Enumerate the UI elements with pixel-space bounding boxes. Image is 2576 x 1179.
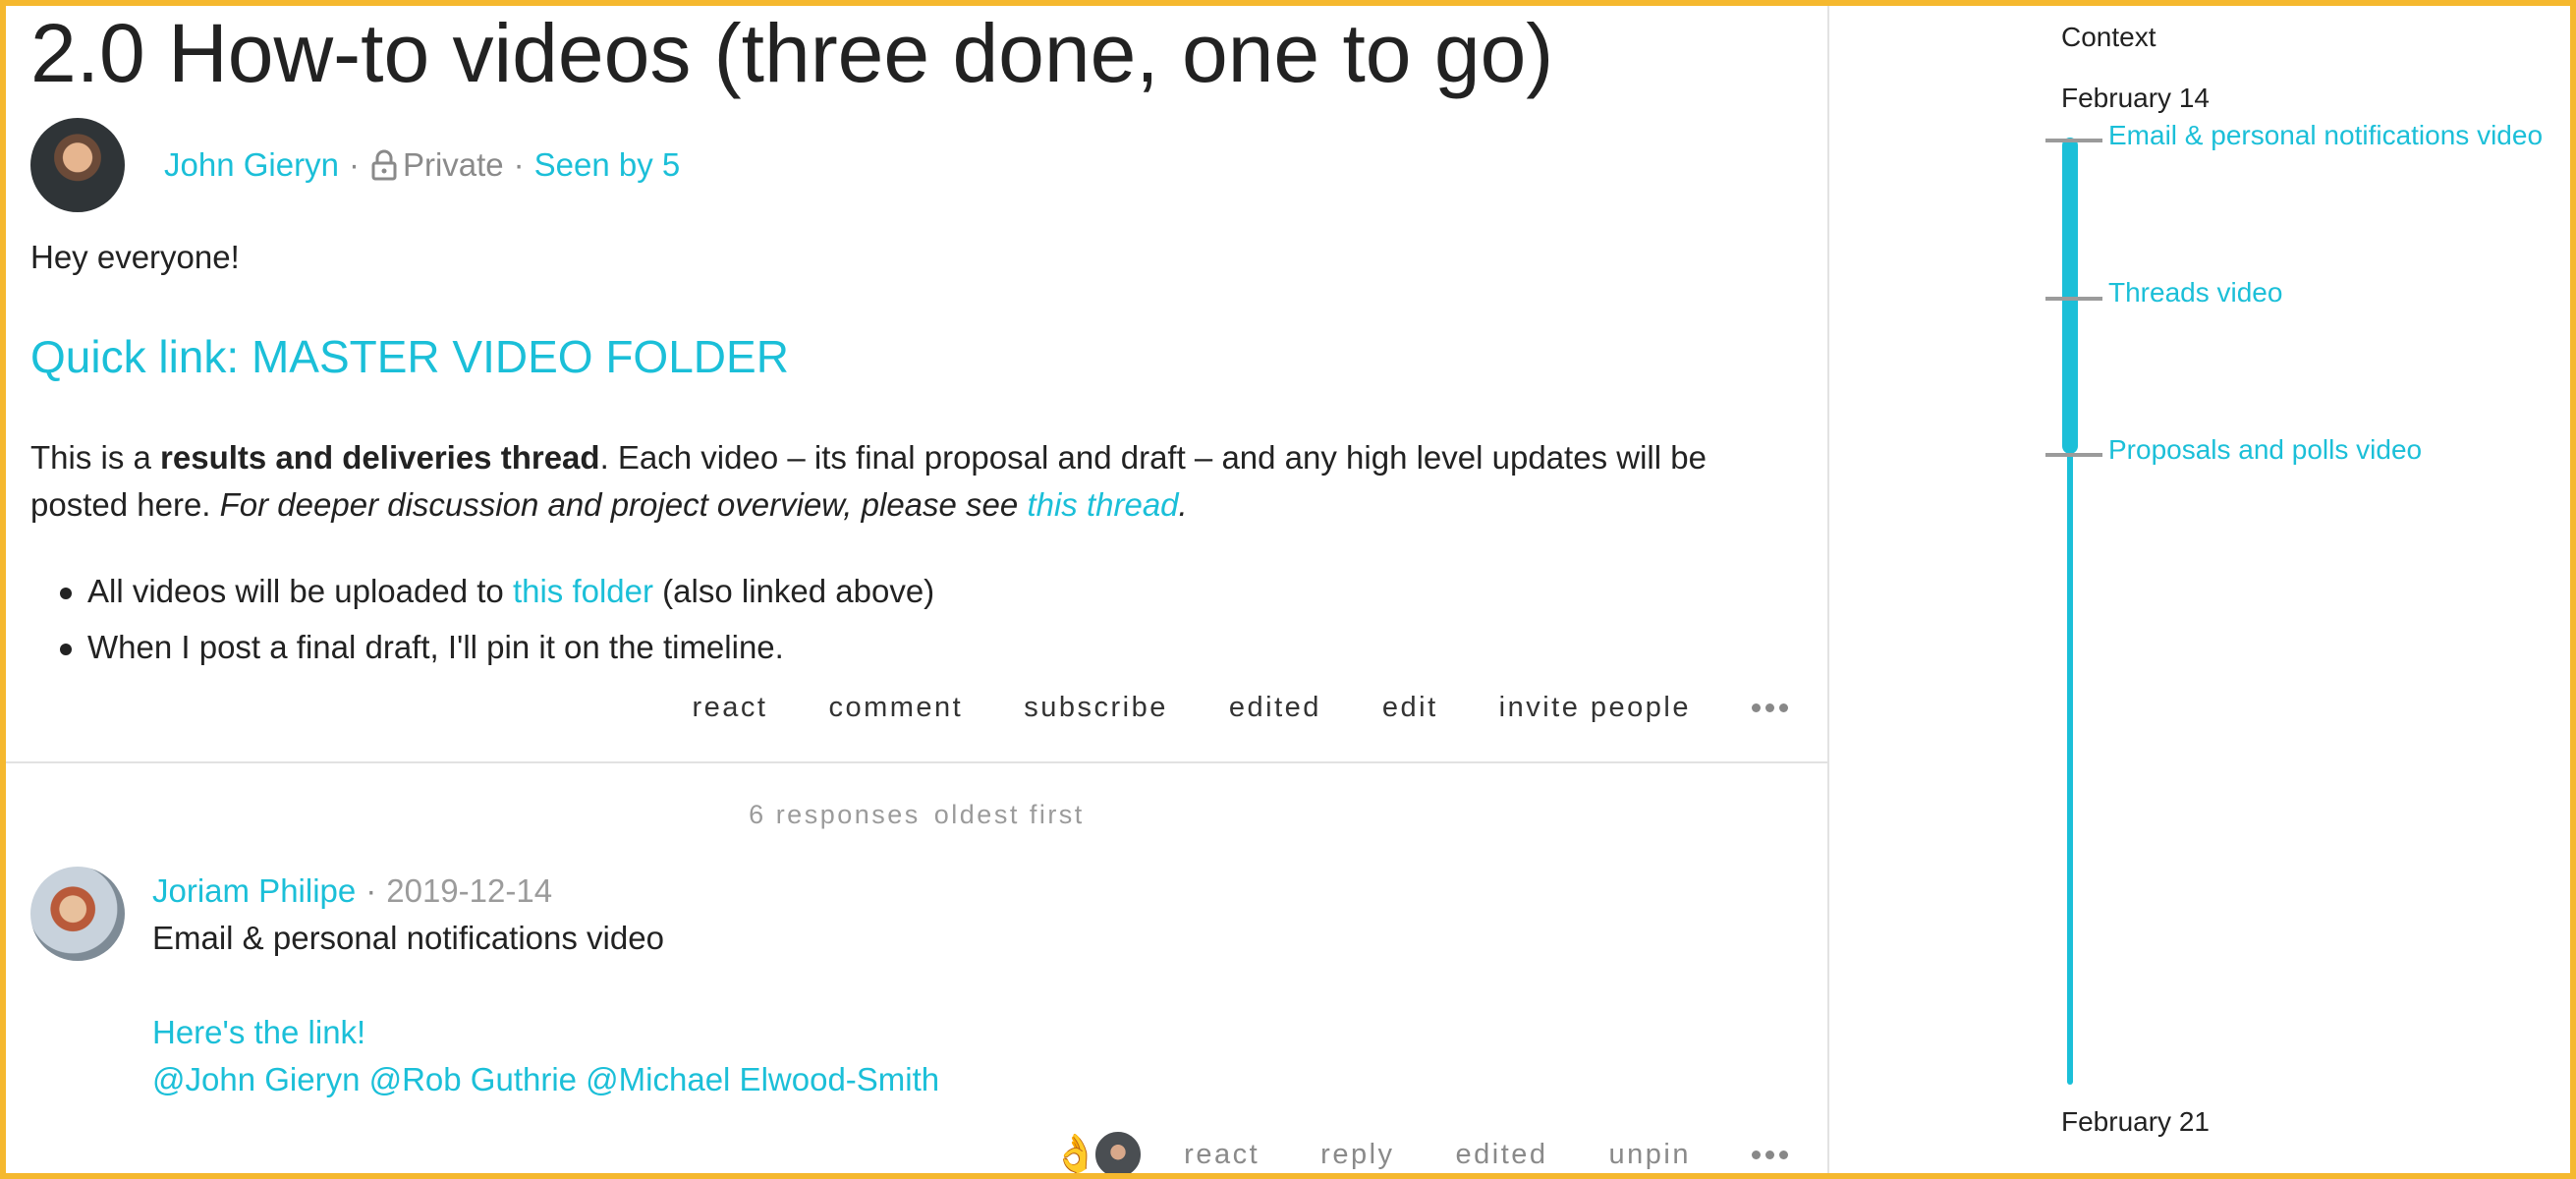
responses-count: 6 responses: [749, 800, 921, 829]
timeline-end-date: February 21: [2061, 1106, 2210, 1137]
more-icon[interactable]: [1752, 703, 1788, 712]
edited-button[interactable]: edited: [1229, 692, 1321, 724]
greeting-text: Hey everyone!: [30, 239, 240, 275]
reaction-summary[interactable]: 👌: [1052, 1130, 1144, 1173]
react-button[interactable]: react: [693, 692, 768, 724]
timeline-tick: [2045, 297, 2102, 301]
sort-order-toggle[interactable]: oldest first: [934, 800, 1085, 829]
commenter-name-link[interactable]: Joriam Philipe: [152, 872, 356, 909]
unpin-button[interactable]: unpin: [1609, 1139, 1691, 1171]
subscribe-button[interactable]: subscribe: [1024, 692, 1168, 724]
this-folder-link[interactable]: this folder: [513, 573, 653, 609]
para-bold: results and deliveries thread: [160, 439, 600, 476]
author-row: John Gieryn · Private · Seen by 5: [30, 118, 680, 212]
divider: [6, 761, 1827, 763]
timeline-viewport-indicator[interactable]: [2062, 138, 2078, 454]
lock-icon: [371, 149, 397, 181]
privacy-label: Private: [402, 146, 504, 183]
timeline-item-email-video[interactable]: Email & personal notifications video: [2108, 120, 2543, 151]
seen-by-link[interactable]: Seen by 5: [534, 146, 681, 184]
timeline-item-threads-video[interactable]: Threads video: [2108, 277, 2282, 309]
timeline-tick: [2045, 453, 2102, 457]
reply-button[interactable]: reply: [1320, 1139, 1394, 1171]
comment-mentions[interactable]: @John Gieryn @Rob Guthrie @Michael Elwoo…: [152, 1061, 939, 1098]
react-button[interactable]: react: [1184, 1139, 1260, 1171]
commenter-avatar[interactable]: [30, 867, 125, 961]
list-item: When I post a final draft, I'll pin it o…: [30, 624, 934, 680]
comment-date[interactable]: 2019-12-14: [386, 872, 552, 909]
edit-button[interactable]: edit: [1382, 692, 1438, 724]
author-avatar[interactable]: [30, 118, 125, 212]
invite-people-button[interactable]: invite people: [1499, 692, 1691, 724]
bullet-list: All videos will be uploaded to this fold…: [30, 568, 934, 680]
meta-separator: ·: [348, 146, 360, 183]
edited-button[interactable]: edited: [1456, 1139, 1548, 1171]
responses-header: 6 responses oldest first: [6, 800, 1827, 830]
meta-separator: ·: [365, 872, 377, 909]
meta-separator: ·: [513, 146, 525, 183]
this-thread-link[interactable]: this thread: [1027, 486, 1178, 523]
author-name-link[interactable]: John Gieryn: [164, 146, 339, 184]
timeline-tick: [2045, 139, 2102, 142]
thread-main: 2.0 How-to videos (three done, one to go…: [6, 6, 1827, 1173]
bullet-text: (also linked above): [653, 573, 935, 609]
thread-description: This is a results and deliveries thread.…: [30, 434, 1799, 529]
para-text: This is a: [30, 439, 161, 476]
here-link[interactable]: Here's the link!: [152, 1014, 365, 1051]
para-end: .: [1178, 486, 1188, 523]
thread-title: 2.0 How-to videos (three done, one to go…: [30, 7, 1554, 99]
bullet-text: All videos will be uploaded to: [87, 573, 513, 609]
master-folder-link[interactable]: Quick link: MASTER VIDEO FOLDER: [30, 330, 789, 383]
reactor-avatar: [1093, 1130, 1144, 1173]
para-italic: For deeper discussion and project overvi…: [219, 486, 1028, 523]
context-sidebar: Context February 14 Email & personal not…: [1827, 6, 2570, 1173]
post-actions: react comment subscribe edited edit invi…: [693, 692, 1788, 724]
comment-body: Email & personal notifications video: [152, 920, 664, 956]
timeline-item-proposals-video[interactable]: Proposals and polls video: [2108, 434, 2422, 466]
comment-button[interactable]: comment: [828, 692, 963, 724]
timeline-start-date: February 14: [2061, 83, 2210, 113]
comment-header: Joriam Philipe · 2019-12-14: [152, 872, 552, 910]
comment-actions: 👌 react reply edited unpin: [1052, 1130, 1788, 1173]
post-meta: John Gieryn · Private · Seen by 5: [164, 146, 680, 184]
more-icon[interactable]: [1752, 1150, 1788, 1159]
context-title: Context: [2061, 22, 2156, 52]
list-item: All videos will be uploaded to this fold…: [30, 568, 934, 624]
